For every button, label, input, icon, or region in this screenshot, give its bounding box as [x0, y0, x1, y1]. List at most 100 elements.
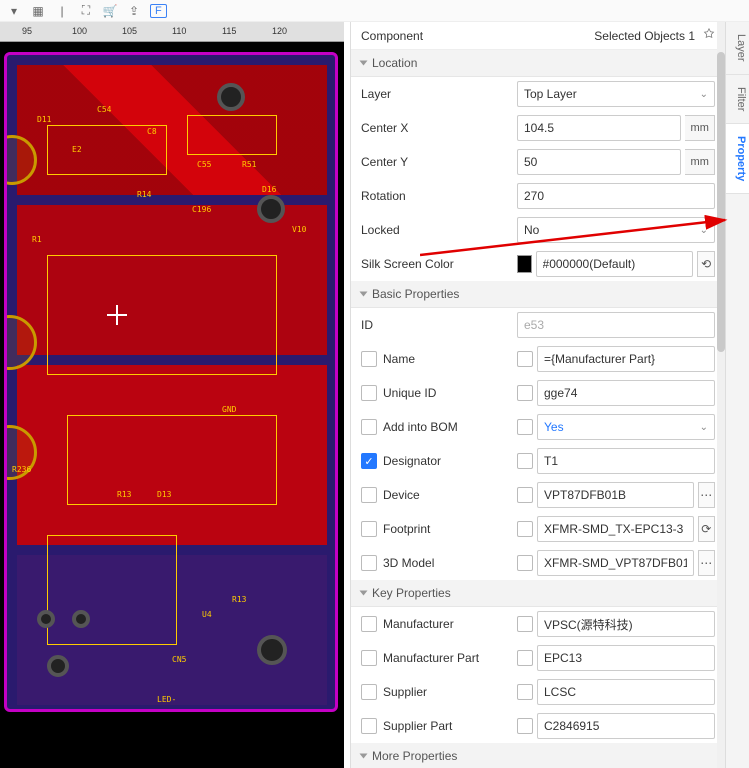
silk-label: U4: [202, 610, 212, 619]
section-title: Key Properties: [372, 586, 451, 600]
uid-input[interactable]: [537, 380, 715, 406]
footprint-refresh-button[interactable]: ⟳: [698, 516, 715, 542]
collapse-icon: [360, 754, 368, 759]
side-tabs: Layer Filter Property: [725, 22, 749, 768]
spart-input[interactable]: [537, 713, 715, 739]
mfr-input[interactable]: [537, 611, 715, 637]
grid-icon[interactable]: ▦: [30, 3, 46, 19]
silk-label: CN5: [172, 655, 186, 664]
tab-layer[interactable]: Layer: [726, 22, 749, 75]
bom-enable-checkbox[interactable]: [517, 419, 533, 435]
silk-label: C55: [197, 160, 211, 169]
center-y-label: Center Y: [361, 155, 408, 169]
layer-select[interactable]: Top Layer ⌄: [517, 81, 715, 107]
chevron-down-icon: ⌄: [700, 225, 708, 236]
name-input[interactable]: [537, 346, 715, 372]
silk-label: R13: [117, 490, 131, 499]
tab-filter[interactable]: Filter: [726, 75, 749, 124]
chevron-down-icon: ⌄: [700, 89, 708, 100]
upload-icon[interactable]: ⇪: [126, 3, 142, 19]
name-enable-checkbox[interactable]: [517, 351, 533, 367]
bom-show-checkbox[interactable]: [361, 419, 377, 435]
section-more[interactable]: More Properties: [351, 743, 725, 768]
section-key[interactable]: Key Properties: [351, 580, 725, 607]
cart-icon[interactable]: 🛒: [102, 3, 118, 19]
model-show-checkbox[interactable]: [361, 555, 377, 571]
device-enable-checkbox[interactable]: [517, 487, 533, 503]
reset-color-button[interactable]: ⟲: [697, 251, 715, 277]
supplier-show-checkbox[interactable]: [361, 684, 377, 700]
uid-show-checkbox[interactable]: [361, 385, 377, 401]
panel-title: Component: [361, 29, 423, 43]
locked-select[interactable]: No ⌄: [517, 217, 715, 243]
panel-body[interactable]: Location Layer Top Layer ⌄ Center X mm: [351, 50, 725, 768]
silk-label: R236: [12, 465, 31, 474]
name-label: Name: [383, 352, 415, 366]
ruler-tick: 100: [72, 26, 87, 36]
model-browse-button[interactable]: ⋯: [698, 550, 715, 576]
designator-input[interactable]: [537, 448, 715, 474]
designator-show-checkbox[interactable]: ✓: [361, 453, 377, 469]
rotation-input[interactable]: [517, 183, 715, 209]
silk-label: D11: [37, 115, 51, 124]
collapse-icon: [360, 61, 368, 66]
layer-value: Top Layer: [524, 87, 577, 101]
mfr-show-checkbox[interactable]: [361, 616, 377, 632]
pcb-board: D11 C54 C8 E2 C55 R51 R14 D16 C196 V10 R…: [4, 52, 338, 712]
properties-panel: Component Selected Objects 1 Location La…: [350, 22, 725, 768]
silk-color-input[interactable]: [536, 251, 694, 277]
silk-label: LED-: [157, 695, 176, 704]
silk-label: R51: [242, 160, 256, 169]
pcb-viewport[interactable]: D11 C54 C8 E2 C55 R51 R14 D16 C196 V10 R…: [0, 42, 344, 768]
layer-label: Layer: [361, 87, 391, 101]
mpart-input[interactable]: [537, 645, 715, 671]
center-x-input[interactable]: [517, 115, 681, 141]
uid-enable-checkbox[interactable]: [517, 385, 533, 401]
color-swatch[interactable]: [517, 255, 532, 273]
unit-mm: mm: [685, 115, 715, 141]
section-basic[interactable]: Basic Properties: [351, 281, 725, 308]
dropdown-icon[interactable]: ▾: [6, 3, 22, 19]
footprint-input[interactable]: [537, 516, 694, 542]
silk-label: D16: [262, 185, 276, 194]
device-show-checkbox[interactable]: [361, 487, 377, 503]
bom-value: Yes: [544, 420, 564, 434]
device-input[interactable]: [537, 482, 694, 508]
f-badge[interactable]: F: [150, 4, 167, 18]
tab-property[interactable]: Property: [726, 124, 749, 194]
name-show-checkbox[interactable]: [361, 351, 377, 367]
spart-show-checkbox[interactable]: [361, 718, 377, 734]
locked-label: Locked: [361, 223, 400, 237]
scrollbar-thumb[interactable]: [717, 52, 725, 352]
locked-value: No: [524, 223, 539, 237]
silk-label: GND: [222, 405, 236, 414]
ruler-tick: 105: [122, 26, 137, 36]
designator-enable-checkbox[interactable]: [517, 453, 533, 469]
device-browse-button[interactable]: ⋯: [698, 482, 715, 508]
model-label: 3D Model: [383, 556, 434, 570]
mpart-show-checkbox[interactable]: [361, 650, 377, 666]
spart-label: Supplier Part: [383, 719, 452, 733]
silk-label: C54: [97, 105, 111, 114]
supplier-label: Supplier: [383, 685, 427, 699]
collapse-icon: [360, 591, 368, 596]
bom-select[interactable]: Yes ⌄: [537, 414, 715, 440]
fit-icon[interactable]: ⛶: [78, 3, 94, 19]
supplier-input[interactable]: [537, 679, 715, 705]
scrollbar-track[interactable]: [717, 22, 725, 768]
center-y-input[interactable]: [517, 149, 681, 175]
silk-color-label: Silk Screen Color: [361, 257, 454, 271]
section-location[interactable]: Location: [351, 50, 725, 77]
ruler-tick: 110: [172, 26, 186, 36]
footprint-show-checkbox[interactable]: [361, 521, 377, 537]
spart-enable-checkbox[interactable]: [517, 718, 533, 734]
panel-header: Component Selected Objects 1: [351, 22, 725, 50]
model-enable-checkbox[interactable]: [517, 555, 533, 571]
footprint-enable-checkbox[interactable]: [517, 521, 533, 537]
mpart-enable-checkbox[interactable]: [517, 650, 533, 666]
model-input[interactable]: [537, 550, 694, 576]
mfr-enable-checkbox[interactable]: [517, 616, 533, 632]
supplier-enable-checkbox[interactable]: [517, 684, 533, 700]
pin-icon[interactable]: [703, 28, 715, 43]
pcb-canvas[interactable]: 95 100 105 110 115 120: [0, 22, 344, 768]
